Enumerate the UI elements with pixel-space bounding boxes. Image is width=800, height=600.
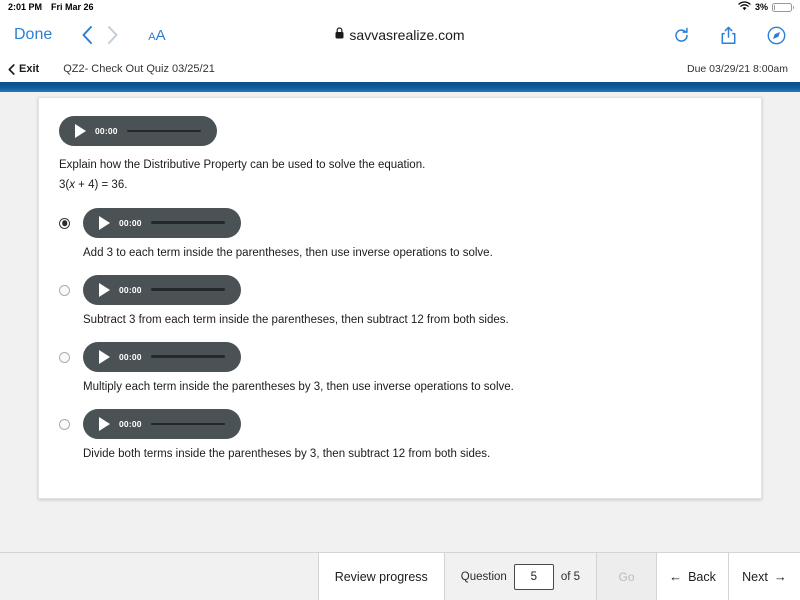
ios-status-bar: 2:01 PM Fri Mar 26 3% (0, 0, 800, 14)
status-date: Fri Mar 26 (51, 2, 94, 12)
battery-icon (772, 2, 794, 12)
exit-label: Exit (19, 63, 40, 75)
next-label: Next (742, 569, 768, 584)
question-audio-player[interactable]: 00:00 (59, 116, 217, 146)
answer-radio-4[interactable] (59, 418, 70, 430)
text-size-small-a: A (148, 30, 156, 43)
audio-time: 00:00 (119, 284, 142, 295)
answer-audio-player-2[interactable]: 00:00 (83, 274, 241, 305)
question-jump-group: Question of 5 (443, 553, 596, 600)
answer-option[interactable]: 00:00 Add 3 to each term inside the pare… (59, 207, 741, 261)
play-icon (75, 124, 86, 138)
answer-text-1: Add 3 to each term inside the parenthese… (83, 246, 493, 259)
chevron-left-icon (8, 63, 15, 75)
answer-option[interactable]: 00:00 Multiply each term inside the pare… (59, 341, 741, 395)
browser-forward-button (100, 25, 126, 45)
audio-progress-track[interactable] (126, 129, 201, 133)
question-number-input[interactable] (513, 563, 554, 590)
status-time: 2:01 PM (8, 2, 43, 12)
question-card: 00:00 Explain how the Distributive Prope… (38, 97, 762, 499)
question-total-label: of 5 (560, 570, 580, 583)
answer-text-2: Subtract 3 from each term inside the par… (83, 313, 509, 326)
audio-time: 00:00 (119, 418, 142, 429)
browser-back-button[interactable] (74, 25, 100, 45)
arrow-right-icon: → (773, 569, 787, 584)
battery-percent: 3% (754, 2, 768, 12)
answer-options-list: 00:00 Add 3 to each term inside the pare… (59, 207, 741, 462)
arrow-left-icon: ← (669, 569, 683, 584)
audio-time: 00:00 (119, 351, 142, 362)
back-label: Back (688, 569, 716, 584)
url-text[interactable]: savvasrealize.com (349, 27, 464, 43)
quiz-navigation-bar: Review progress Question of 5 Go ← Back … (0, 552, 800, 600)
answer-text-3: Multiply each term inside the parenthese… (83, 380, 514, 393)
audio-time: 00:00 (119, 217, 142, 228)
back-button[interactable]: ← Back (656, 553, 728, 600)
audio-time: 00:00 (95, 126, 118, 136)
answer-option[interactable]: 00:00 Divide both terms inside the paren… (59, 408, 741, 462)
answer-radio-2[interactable] (59, 284, 70, 296)
answer-audio-player-4[interactable]: 00:00 (83, 408, 241, 439)
text-size-button[interactable]: AA (148, 27, 165, 44)
done-button[interactable]: Done (14, 26, 52, 44)
audio-progress-track[interactable] (150, 221, 225, 224)
question-prompt: Explain how the Distributive Property ca… (59, 156, 741, 196)
answer-option[interactable]: 00:00 Subtract 3 from each term inside t… (59, 274, 741, 328)
play-icon (99, 215, 110, 230)
play-icon (99, 349, 110, 364)
safari-toolbar: Done AA savvasrealize.com (0, 14, 800, 56)
answer-text-4: Divide both terms inside the parentheses… (83, 447, 491, 460)
reload-icon[interactable] (673, 27, 690, 44)
review-progress-button[interactable]: Review progress (317, 553, 444, 600)
go-button: Go (596, 553, 656, 600)
play-icon (99, 416, 110, 431)
answer-audio-player-3[interactable]: 00:00 (83, 341, 241, 372)
header-accent-bar (0, 82, 800, 92)
share-icon[interactable] (720, 26, 737, 45)
answer-radio-1[interactable] (59, 217, 70, 229)
quiz-content-area: 00:00 Explain how the Distributive Prope… (0, 92, 800, 552)
audio-progress-track[interactable] (150, 288, 225, 291)
quiz-app-header: Exit QZ2- Check Out Quiz 03/25/21 Due 03… (0, 56, 800, 82)
lock-icon (335, 26, 344, 44)
due-date: Due 03/29/21 8:00am (687, 63, 788, 75)
question-equation: 3(x + 4) = 36. (59, 178, 128, 191)
question-label: Question (460, 570, 507, 583)
wifi-icon (738, 1, 751, 13)
audio-progress-track[interactable] (150, 422, 225, 426)
next-button[interactable]: Next → (728, 553, 800, 600)
play-icon (99, 282, 110, 297)
audio-progress-track[interactable] (150, 355, 225, 358)
answer-audio-player-1[interactable]: 00:00 (83, 207, 241, 238)
text-size-large-a: A (155, 26, 166, 44)
answer-radio-3[interactable] (59, 351, 70, 363)
compass-icon[interactable] (767, 26, 786, 45)
quiz-title: QZ2- Check Out Quiz 03/25/21 (63, 63, 215, 75)
question-prompt-text: Explain how the Distributive Property ca… (59, 159, 426, 171)
exit-button[interactable]: Exit (8, 63, 39, 75)
